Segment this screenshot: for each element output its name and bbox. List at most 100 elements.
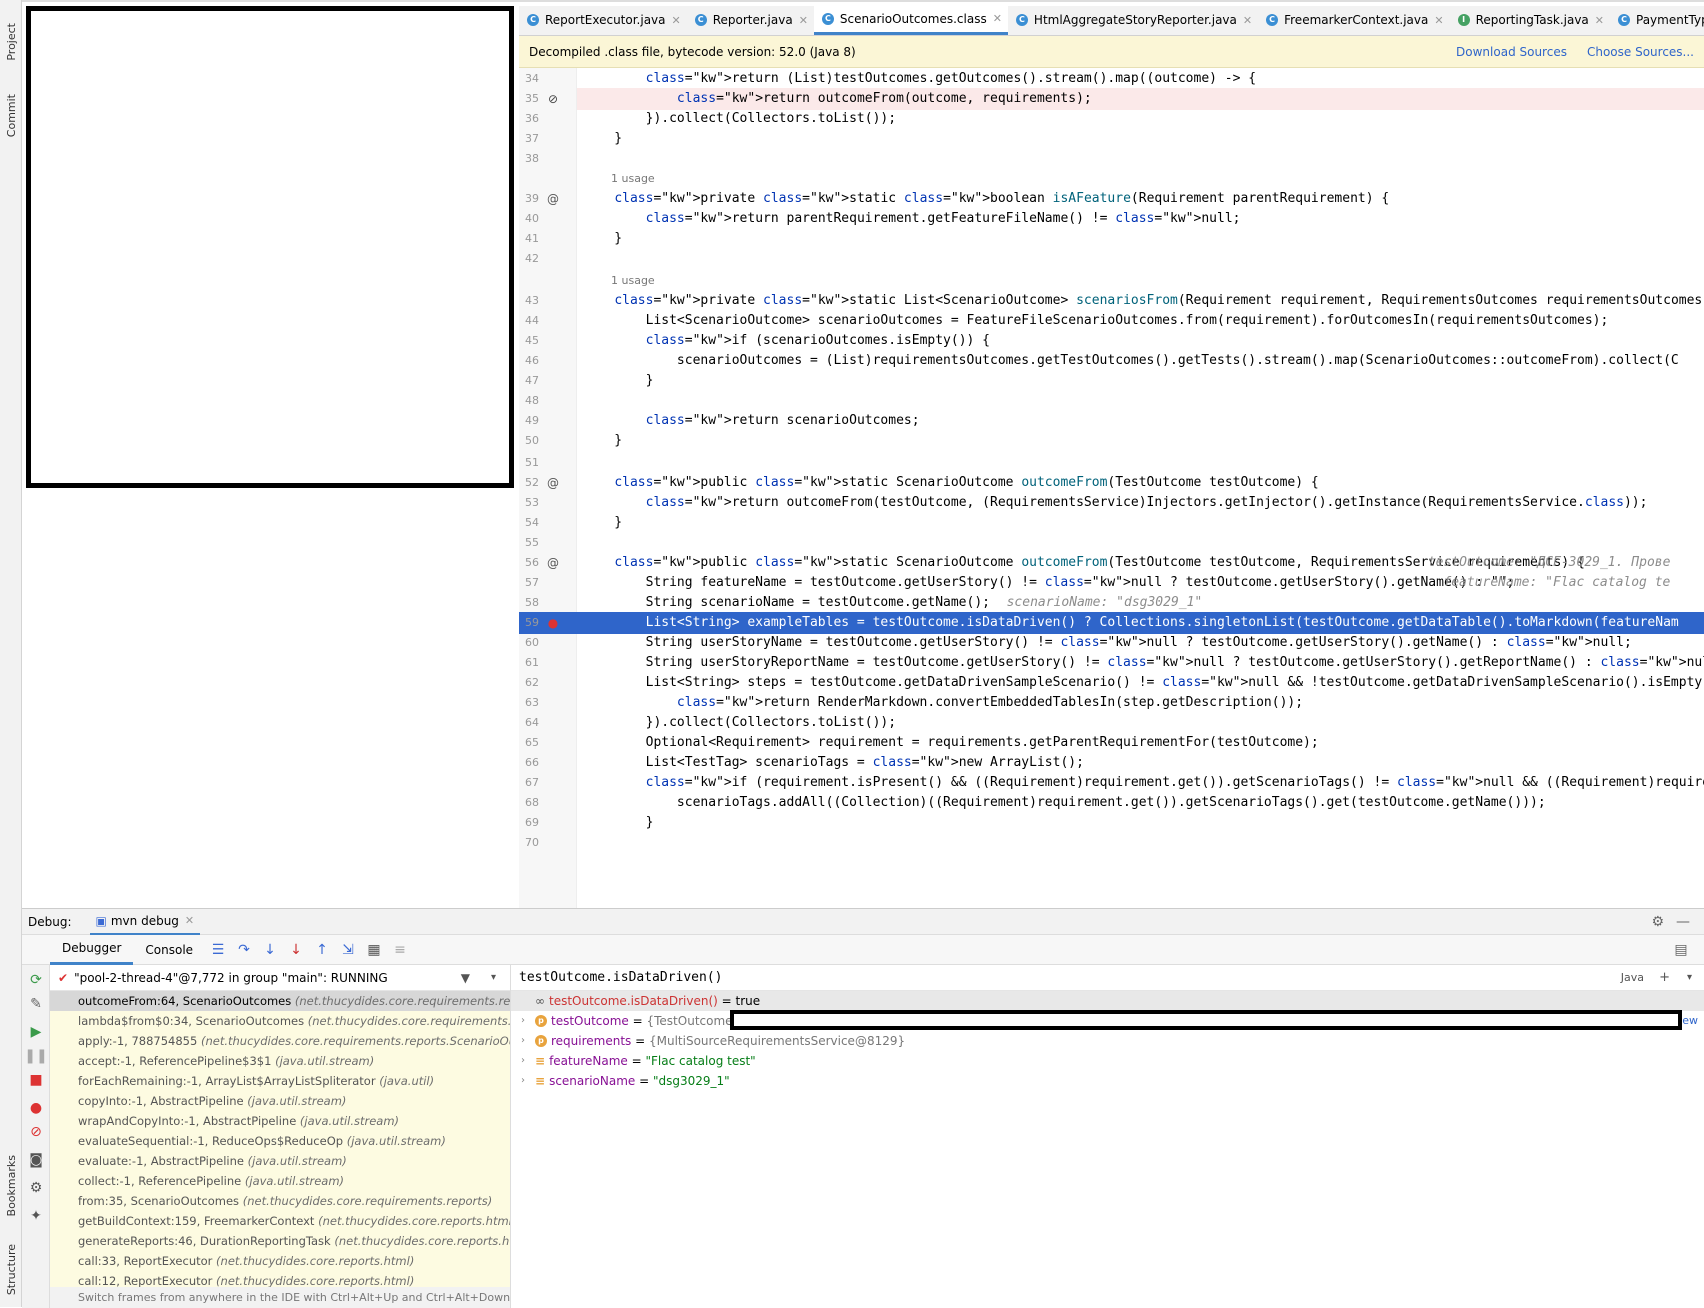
code-line[interactable]: scenarioOutcomes = (List)requirementsOut… — [577, 350, 1704, 372]
stack-frame[interactable]: evaluateSequential:-1, ReduceOps$ReduceO… — [50, 1131, 510, 1151]
code-line[interactable]: class="kw">return RenderMarkdown.convert… — [577, 692, 1704, 714]
tab-debugger[interactable]: Debugger — [50, 935, 134, 965]
code-line[interactable]: class="kw">public class="kw">static Scen… — [577, 472, 1704, 494]
chevron-down-icon[interactable]: ▾ — [491, 972, 496, 983]
code-line[interactable]: } — [577, 430, 1704, 452]
close-icon[interactable]: ✕ — [993, 12, 1002, 25]
code-line[interactable]: class="kw">public class="kw">static Scen… — [577, 552, 1704, 574]
wrench-icon[interactable]: ✎ — [27, 995, 45, 1013]
code-line[interactable]: class="kw">private class="kw">static Lis… — [577, 290, 1704, 312]
stack-frame[interactable]: outcomeFrom:64, ScenarioOutcomes (net.th… — [50, 991, 510, 1011]
code-line[interactable]: scenarioTags.addAll((Collection)((Requir… — [577, 792, 1704, 814]
layout-icon[interactable]: ▤ — [1672, 941, 1690, 959]
gear-icon[interactable]: ⚙ — [1651, 914, 1664, 930]
minimize-icon[interactable]: — — [1676, 914, 1690, 930]
gutter-line[interactable]: 47 — [519, 370, 577, 392]
stack-frame[interactable]: lambda$from$0:34, ScenarioOutcomes (net.… — [50, 1011, 510, 1031]
force-step-into-icon[interactable]: ↓ — [287, 941, 305, 959]
stack-frame[interactable]: wrapAndCopyInto:-1, AbstractPipeline (ja… — [50, 1111, 510, 1131]
view-breakpoints-icon[interactable]: ● — [27, 1099, 45, 1117]
code-line[interactable]: }).collect(Collectors.toList()); — [577, 108, 1704, 130]
gutter-line[interactable]: 37 — [519, 128, 577, 150]
close-icon[interactable]: ✕ — [672, 14, 681, 27]
gutter-line[interactable]: 68 — [519, 792, 577, 814]
stack-frame[interactable]: from:35, ScenarioOutcomes (net.thucydide… — [50, 1191, 510, 1211]
variable-row[interactable]: ∞ testOutcome.isDataDriven() = true — [511, 991, 1704, 1011]
pin-icon[interactable]: ✦ — [27, 1207, 45, 1225]
code-line[interactable] — [577, 532, 1704, 554]
usage-hint[interactable]: 1 usage — [611, 270, 655, 292]
gutter-line[interactable]: 42 — [519, 248, 577, 270]
evaluate-input[interactable]: testOutcome.isDataDriven() Java + ▾ — [511, 965, 1704, 991]
gutter-line[interactable]: 59 ● — [519, 612, 577, 634]
gutter-line[interactable]: 57 — [519, 572, 577, 594]
gutter-line[interactable]: 54 — [519, 512, 577, 534]
override-icon[interactable]: @ — [546, 188, 560, 210]
camera-icon[interactable]: ◙ — [27, 1151, 45, 1169]
code-line[interactable] — [577, 832, 1704, 854]
gutter-line[interactable]: 35 ⊘ — [519, 88, 577, 110]
stack-frame[interactable]: apply:-1, 788754855 (net.thucydides.core… — [50, 1031, 510, 1051]
gutter-line[interactable]: 53 — [519, 492, 577, 514]
code-editor[interactable]: C ReportExecutor.java ✕ C Reporter.java ✕ C Sce… — [519, 5, 1704, 908]
gutter-line[interactable]: 51 — [519, 452, 577, 474]
code-line[interactable]: class="kw">if (scenarioOutcomes.isEmpty(… — [577, 330, 1704, 352]
step-out-icon[interactable]: ↑ — [313, 941, 331, 959]
filter-icon[interactable]: ▼ — [461, 971, 470, 985]
code-line[interactable]: class="kw">return outcomeFrom(outcome, r… — [577, 88, 1704, 110]
editor-tab[interactable]: C ReportExecutor.java ✕ — [519, 5, 687, 35]
stack-frame[interactable]: evaluate:-1, AbstractPipeline (java.util… — [50, 1151, 510, 1171]
code-line[interactable]: class="kw">if (requirement.isPresent() &… — [577, 772, 1704, 794]
variable-row[interactable]: › ≡ scenarioName = "dsg3029_1" — [511, 1071, 1704, 1091]
gutter-line[interactable]: 55 — [519, 532, 577, 554]
session-tab[interactable]: ▣ mvn debug ✕ — [89, 909, 201, 935]
commit-tool-tab[interactable]: Commit — [2, 86, 20, 146]
run-to-cursor-icon[interactable]: ⇲ — [339, 941, 357, 959]
add-watch-icon[interactable]: + — [1659, 970, 1670, 985]
stack-frame[interactable]: copyInto:-1, AbstractPipeline (java.util… — [50, 1091, 510, 1111]
code-line[interactable]: } — [577, 512, 1704, 534]
override-icon[interactable]: @ — [546, 472, 560, 494]
gutter-line[interactable]: 67 — [519, 772, 577, 794]
chevron-down-icon[interactable]: ▾ — [1687, 972, 1692, 983]
code-line[interactable]: String userStoryReportName = testOutcome… — [577, 652, 1704, 674]
gutter-line[interactable]: 39 @ — [519, 188, 577, 210]
expand-arrow-icon[interactable]: › — [521, 1071, 535, 1091]
code-line[interactable]: List<TestTag> scenarioTags = class="kw">… — [577, 752, 1704, 774]
close-icon[interactable]: ✕ — [799, 14, 808, 27]
gutter-line[interactable]: 62 — [519, 672, 577, 694]
close-icon[interactable]: ✕ — [1243, 14, 1252, 27]
code-line[interactable]: class="kw">private class="kw">static cla… — [577, 188, 1704, 210]
gutter-line[interactable]: 52 @ — [519, 472, 577, 494]
editor-tab[interactable]: C Reporter.java ✕ — [687, 5, 814, 35]
code-line[interactable]: class="kw">return scenarioOutcomes; — [577, 410, 1704, 432]
code-line[interactable]: class="kw">return parentRequirement.getF… — [577, 208, 1704, 230]
gutter-line[interactable]: 50 — [519, 430, 577, 452]
mute-breakpoints-icon[interactable]: ⊘ — [27, 1123, 45, 1141]
close-icon[interactable]: ✕ — [1595, 14, 1604, 27]
gutter-line[interactable]: 60 — [519, 632, 577, 654]
code-line[interactable]: } — [577, 370, 1704, 392]
code-line[interactable] — [577, 248, 1704, 270]
stack-frame[interactable]: accept:-1, ReferencePipeline$3$1 (java.u… — [50, 1051, 510, 1071]
code-line[interactable]: String scenarioName = testOutcome.getNam… — [577, 592, 1704, 614]
download-sources-link[interactable]: Download Sources — [1456, 45, 1567, 59]
gutter-line[interactable]: 69 — [519, 812, 577, 834]
editor-tab[interactable]: I ReportingTask.java ✕ — [1450, 5, 1610, 35]
expand-arrow-icon[interactable]: › — [521, 1011, 535, 1031]
disabled-breakpoint-icon[interactable]: ⊘ — [546, 88, 560, 110]
variable-row[interactable]: › p requirements = {MultiSourceRequirement… — [511, 1031, 1704, 1051]
code-area[interactable]: 1 usage 1 usage class="kw">return (List)t… — [577, 68, 1704, 908]
gutter-line[interactable]: 40 — [519, 208, 577, 230]
tab-console[interactable]: Console — [133, 935, 205, 965]
variable-row[interactable]: › ≡ featureName = "Flac catalog test" — [511, 1051, 1704, 1071]
code-line[interactable]: class="kw">return outcomeFrom(testOutcom… — [577, 492, 1704, 514]
bookmarks-tool-tab[interactable]: Bookmarks — [2, 1150, 20, 1222]
gutter-line[interactable]: 43 — [519, 290, 577, 312]
stack-frame[interactable]: call:33, ReportExecutor (net.thucydides.… — [50, 1251, 510, 1271]
gutter-line[interactable]: 45 — [519, 330, 577, 352]
trace-icon[interactable]: ≡ — [391, 941, 409, 959]
code-line[interactable]: List<ScenarioOutcome> scenarioOutcomes =… — [577, 310, 1704, 332]
expand-arrow-icon[interactable]: › — [521, 1051, 535, 1071]
breakpoint-icon[interactable]: ● — [546, 612, 560, 634]
